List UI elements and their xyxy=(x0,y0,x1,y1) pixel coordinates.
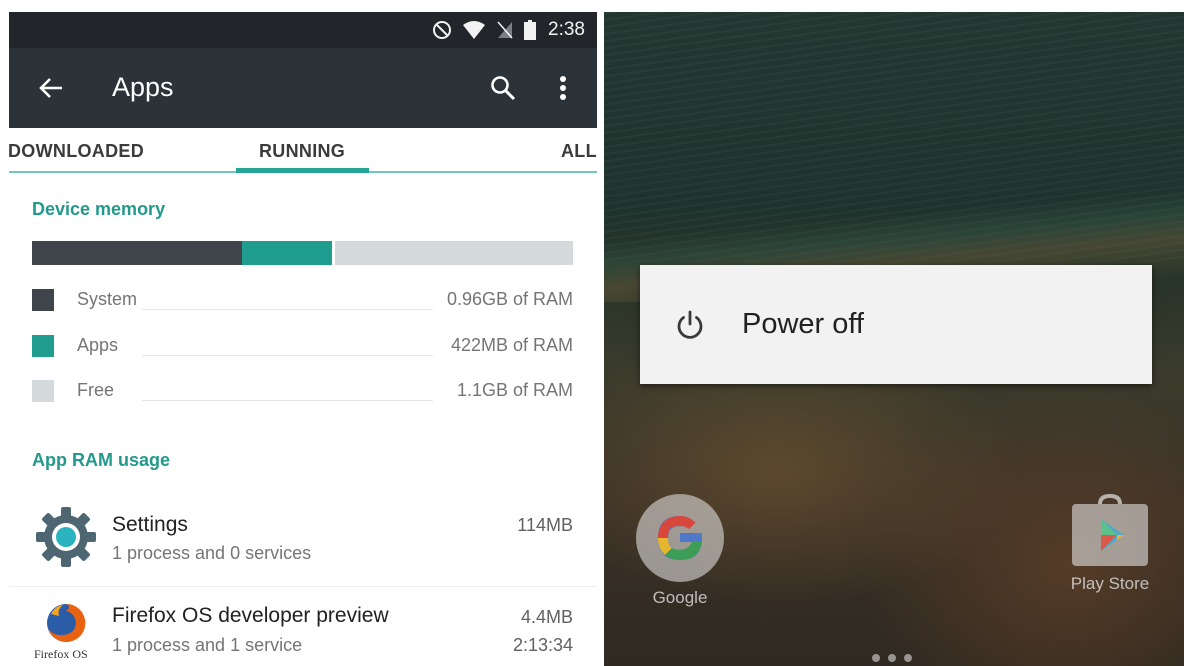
overflow-menu-button[interactable] xyxy=(547,72,579,104)
memory-legend-system: System 0.96GB of RAM xyxy=(32,287,573,313)
app-row-firefox[interactable]: Firefox OS Firefox OS developer preview … xyxy=(9,592,597,666)
legend-value: 1.1GB of RAM xyxy=(456,380,573,400)
play-store-icon xyxy=(1068,493,1152,566)
app-name: Firefox OS developer preview xyxy=(112,604,389,627)
memory-legend-apps: Apps 422MB of RAM xyxy=(32,333,573,359)
page-title: Apps xyxy=(112,72,174,102)
back-button[interactable] xyxy=(35,72,67,104)
gear-icon xyxy=(36,507,96,567)
memory-bar-free xyxy=(335,241,573,265)
battery-icon xyxy=(524,20,537,40)
no-signal-icon xyxy=(497,21,513,39)
legend-value: 422MB of RAM xyxy=(450,335,573,355)
status-bar: 2:38 xyxy=(9,12,597,48)
page-dot xyxy=(888,654,896,662)
memory-bar-system xyxy=(32,241,242,265)
legend-leader xyxy=(142,400,433,401)
app-toolbar: Apps xyxy=(9,48,597,128)
home-app-google[interactable]: Google xyxy=(625,494,735,608)
search-icon xyxy=(491,76,516,101)
legend-label: Apps xyxy=(77,335,119,355)
page-dot xyxy=(904,654,912,662)
firefox-icon xyxy=(47,603,86,642)
status-time: 2:38 xyxy=(548,19,585,40)
home-screen: Power off Google Play Store xyxy=(604,12,1184,666)
home-app-play-store[interactable]: Play Store xyxy=(1055,493,1165,594)
power-off-option[interactable]: Power off xyxy=(742,308,864,341)
device-memory-heading: Device memory xyxy=(32,199,166,219)
legend-leader xyxy=(142,355,433,356)
legend-label: Free xyxy=(77,380,115,400)
do-not-disturb-icon xyxy=(433,21,452,39)
memory-usage-bar xyxy=(32,241,573,265)
firefox-os-caption: Firefox OS xyxy=(34,647,88,661)
app-ram-size: 4.4MB xyxy=(520,607,573,627)
page-indicator xyxy=(872,654,912,662)
row-divider xyxy=(9,586,597,587)
more-vert-icon xyxy=(560,76,566,100)
google-g-icon xyxy=(658,516,702,560)
memory-legend-free: Free 1.1GB of RAM xyxy=(32,378,573,404)
tab-bar: DOWNLOADED RUNNING ALL xyxy=(0,128,600,174)
memory-bar-apps xyxy=(242,241,332,265)
page-dot xyxy=(872,654,880,662)
legend-value: 0.96GB of RAM xyxy=(446,289,573,309)
legend-swatch-apps xyxy=(32,335,54,357)
legend-leader xyxy=(142,309,433,310)
power-icon xyxy=(677,310,703,339)
legend-swatch-system xyxy=(32,289,54,311)
search-button[interactable] xyxy=(487,72,519,104)
tab-downloaded[interactable]: DOWNLOADED xyxy=(8,141,144,162)
home-app-label: Google xyxy=(652,588,708,607)
tab-all[interactable]: ALL xyxy=(561,141,597,162)
app-run-time: 2:13:34 xyxy=(512,635,573,655)
wifi-icon xyxy=(463,21,486,39)
app-name: Settings xyxy=(112,513,188,536)
apps-screen: 2:38 Apps DOWNLOADED RUNNING ALL Device … xyxy=(0,0,600,666)
app-row-settings[interactable]: Settings 1 process and 0 services 114MB xyxy=(9,500,597,584)
app-ram-size: 114MB xyxy=(517,515,573,535)
legend-label: System xyxy=(77,289,138,309)
tab-running[interactable]: RUNNING xyxy=(259,141,345,162)
app-detail: 1 process and 0 services xyxy=(112,543,312,563)
power-menu-dialog: Power off xyxy=(640,265,1152,384)
home-app-label: Play Store xyxy=(1070,574,1150,593)
app-ram-heading: App RAM usage xyxy=(32,450,171,470)
legend-swatch-free xyxy=(32,380,54,402)
google-icon xyxy=(636,494,724,582)
tab-indicator xyxy=(236,168,369,173)
play-bag-icon xyxy=(1072,493,1148,566)
arrow-back-icon xyxy=(39,78,62,98)
app-detail: 1 process and 1 service xyxy=(112,635,303,655)
